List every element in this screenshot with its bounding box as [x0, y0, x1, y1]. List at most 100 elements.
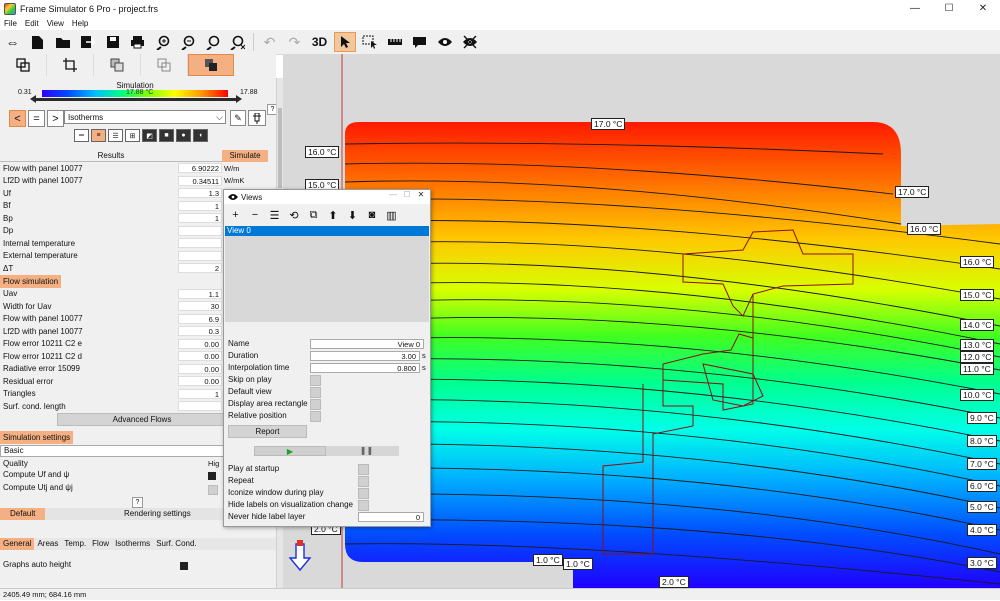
- duplicate-icon[interactable]: ⧉: [305, 207, 322, 224]
- add-view-icon[interactable]: +: [227, 207, 244, 224]
- graphs-auto-height-checkbox[interactable]: [180, 562, 188, 570]
- save-icon[interactable]: [102, 32, 124, 52]
- style-fill-icon[interactable]: ◩: [142, 129, 157, 142]
- tab-surf-cond[interactable]: Surf. Cond.: [153, 538, 199, 550]
- tab-general[interactable]: General: [0, 538, 35, 550]
- minimize-button[interactable]: —: [898, 0, 932, 17]
- close-button[interactable]: ✕: [966, 0, 1000, 17]
- style-bulb-icon[interactable]: ◖: [193, 129, 208, 142]
- report-button[interactable]: Report: [228, 425, 307, 438]
- style-grid-icon[interactable]: ⊞: [125, 129, 140, 142]
- compare-less-button[interactable]: <: [9, 110, 26, 127]
- range-slider[interactable]: [30, 95, 242, 103]
- eye-icon[interactable]: [434, 32, 456, 52]
- style-lines-icon[interactable]: ≡: [91, 129, 106, 142]
- select-pointer-icon[interactable]: [333, 32, 356, 52]
- style-solid-icon[interactable]: ■: [159, 129, 174, 142]
- scrollbar-thumb[interactable]: [278, 108, 282, 188]
- interpolation-input[interactable]: 0.800: [310, 363, 420, 373]
- zoom-out-icon[interactable]: [177, 32, 199, 52]
- play-startup-checkbox[interactable]: [358, 464, 369, 475]
- maximize-button[interactable]: ☐: [932, 0, 966, 17]
- print-icon[interactable]: [127, 32, 149, 52]
- ruler-icon[interactable]: [384, 32, 406, 52]
- menu-help[interactable]: Help: [68, 19, 92, 28]
- menu-file[interactable]: File: [0, 19, 21, 28]
- isotherm-label: 4.0 °C: [967, 524, 997, 536]
- isotherm-label: 6.0 °C: [967, 480, 997, 492]
- move-down-icon[interactable]: ⬇: [344, 207, 361, 224]
- import-icon[interactable]: [77, 32, 99, 52]
- probe-icon[interactable]: [248, 110, 266, 126]
- mode-materials-icon[interactable]: [94, 54, 141, 76]
- play-icon[interactable]: ▶: [254, 446, 326, 456]
- pencil-icon[interactable]: ✎: [230, 110, 246, 126]
- menu-edit[interactable]: Edit: [21, 19, 43, 28]
- new-file-icon[interactable]: [27, 32, 49, 52]
- remove-view-icon[interactable]: −: [247, 207, 264, 224]
- advanced-flows-button[interactable]: Advanced Flows: [57, 412, 227, 426]
- help-button[interactable]: ?: [267, 104, 276, 115]
- move-up-icon[interactable]: ⬆: [325, 207, 342, 224]
- skip-on-play-checkbox[interactable]: [310, 375, 321, 386]
- hide-labels-checkbox[interactable]: [358, 500, 369, 511]
- open-folder-icon[interactable]: [52, 32, 74, 52]
- duration-input[interactable]: 3.00: [310, 351, 420, 361]
- tab-isotherms[interactable]: Isotherms: [112, 538, 153, 550]
- zoom-in-icon[interactable]: [152, 32, 174, 52]
- tab-results[interactable]: Results: [0, 150, 222, 162]
- tab-rendering-settings[interactable]: Rendering settings: [124, 509, 191, 518]
- style-thin-icon[interactable]: ═: [74, 129, 89, 142]
- iconize-checkbox[interactable]: [358, 488, 369, 499]
- select-area-icon[interactable]: [359, 32, 381, 52]
- dialog-minimize-button[interactable]: —: [386, 190, 400, 199]
- hide-icon[interactable]: [459, 32, 481, 52]
- film-icon[interactable]: ▥: [383, 207, 400, 224]
- zoom-reset-icon[interactable]: [227, 32, 249, 52]
- compare-greater-button[interactable]: >: [47, 110, 64, 127]
- never-hide-input[interactable]: 0: [358, 512, 424, 522]
- help-button-2[interactable]: ?: [132, 497, 143, 508]
- tab-temp[interactable]: Temp.: [61, 538, 89, 550]
- compare-equal-button[interactable]: =: [28, 110, 45, 127]
- zoom-fit-icon[interactable]: [202, 32, 224, 52]
- title-bar: Frame Simulator 6 Pro - project.frs — ☐ …: [0, 0, 1000, 17]
- move-arrows-icon[interactable]: ⇔: [2, 32, 24, 52]
- playback-bar: ▶ ❚❚: [254, 446, 399, 456]
- tab-areas[interactable]: Areas: [34, 538, 61, 550]
- tab-simulate[interactable]: Simulate: [222, 150, 268, 162]
- style-dashed-icon[interactable]: ☰: [108, 129, 123, 142]
- list-icon[interactable]: ☰: [266, 207, 283, 224]
- app-icon: [4, 2, 16, 15]
- relative-position-checkbox[interactable]: [310, 411, 321, 422]
- dialog-close-button[interactable]: ✕: [414, 190, 428, 199]
- tab-flow[interactable]: Flow: [89, 538, 112, 550]
- dialog-maximize-button[interactable]: ☐: [400, 190, 414, 199]
- mode-crop-icon[interactable]: [47, 54, 94, 76]
- tab-default[interactable]: Default: [0, 507, 46, 520]
- visualization-select[interactable]: Isotherms ⌵: [64, 110, 226, 124]
- view-3d-button[interactable]: 3D: [309, 32, 331, 52]
- name-input[interactable]: View 0: [310, 339, 424, 349]
- mode-geometry-icon[interactable]: [0, 54, 47, 76]
- redo-icon[interactable]: ↷: [284, 32, 306, 52]
- camera-icon[interactable]: ◙: [364, 207, 381, 224]
- views-list-item[interactable]: View 0: [225, 226, 429, 236]
- mode-boundary-icon[interactable]: [141, 54, 188, 76]
- compute-utj-checkbox[interactable]: [208, 484, 218, 495]
- display-area-checkbox[interactable]: [310, 399, 321, 410]
- menu-view[interactable]: View: [43, 19, 68, 28]
- isotherm-label: 7.0 °C: [967, 458, 997, 470]
- style-drop-icon[interactable]: ●: [176, 129, 191, 142]
- default-view-checkbox[interactable]: [310, 387, 321, 398]
- compute-uf-checkbox[interactable]: [208, 472, 216, 480]
- repeat-checkbox[interactable]: [358, 476, 369, 487]
- comment-icon[interactable]: [409, 32, 431, 52]
- undo-icon[interactable]: ↶: [259, 32, 281, 52]
- rendering-tabs: General Areas Temp. Flow Isotherms Surf.…: [0, 538, 276, 550]
- mode-results-icon[interactable]: [188, 54, 234, 76]
- views-dialog-titlebar[interactable]: Views — ☐ ✕: [224, 190, 430, 204]
- isotherm-label: 14.0 °C: [960, 319, 995, 331]
- pause-icon[interactable]: ❚❚: [334, 446, 399, 456]
- refresh-icon[interactable]: ⟲: [286, 207, 303, 224]
